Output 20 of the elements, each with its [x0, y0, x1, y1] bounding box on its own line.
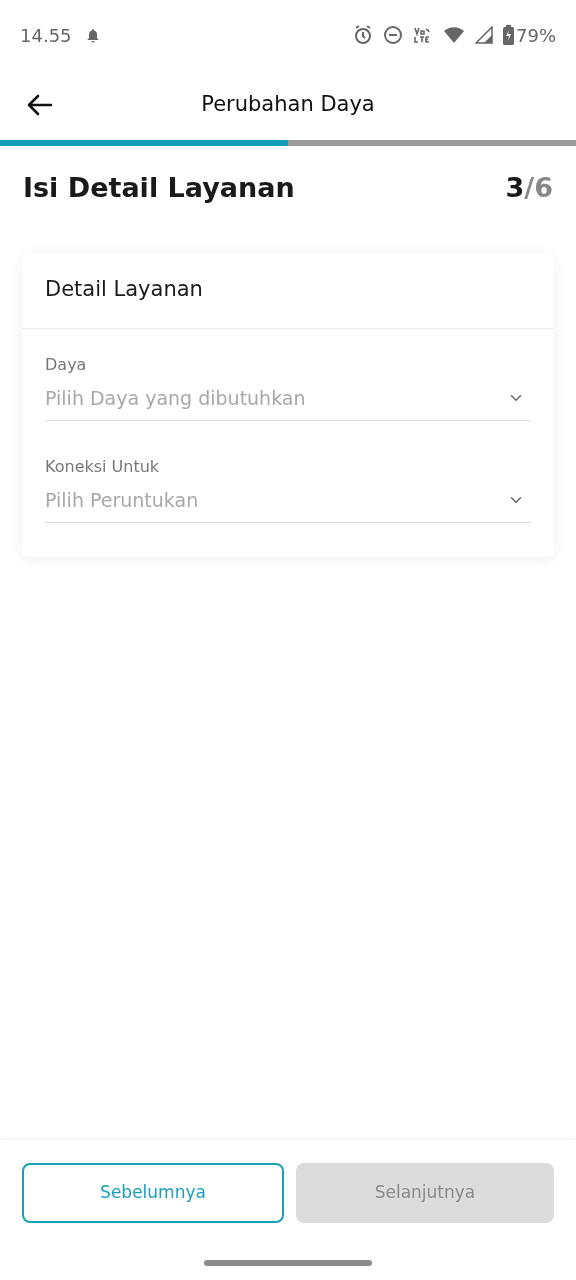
page-title: Isi Detail Layanan [23, 171, 295, 205]
bell-icon [85, 27, 100, 43]
field-label: Koneksi Untuk [45, 455, 161, 478]
dropdown-field[interactable]: Pilih Peruntukan [45, 478, 531, 523]
previous-button[interactable]: Sebelumnya [22, 1163, 284, 1223]
battery-percentage: 79% [516, 23, 556, 48]
total-steps: /6 [524, 168, 553, 209]
do-not-disturb-icon [383, 25, 403, 45]
back-arrow-icon [27, 94, 53, 116]
screen-title: Perubahan Daya [201, 91, 375, 119]
dropdown-field[interactable]: Pilih Daya yang dibutuhkan [45, 376, 531, 421]
alarm-icon [353, 25, 373, 45]
signal-icon [475, 26, 493, 44]
current-step: 3 [505, 168, 525, 209]
volte-icon [413, 26, 433, 44]
card-title: Detail Layanan [45, 276, 203, 304]
status-time: 14.55 [20, 23, 72, 48]
field-label: Daya [45, 353, 88, 376]
battery-charging-icon [503, 25, 514, 45]
wifi-icon [443, 26, 465, 44]
